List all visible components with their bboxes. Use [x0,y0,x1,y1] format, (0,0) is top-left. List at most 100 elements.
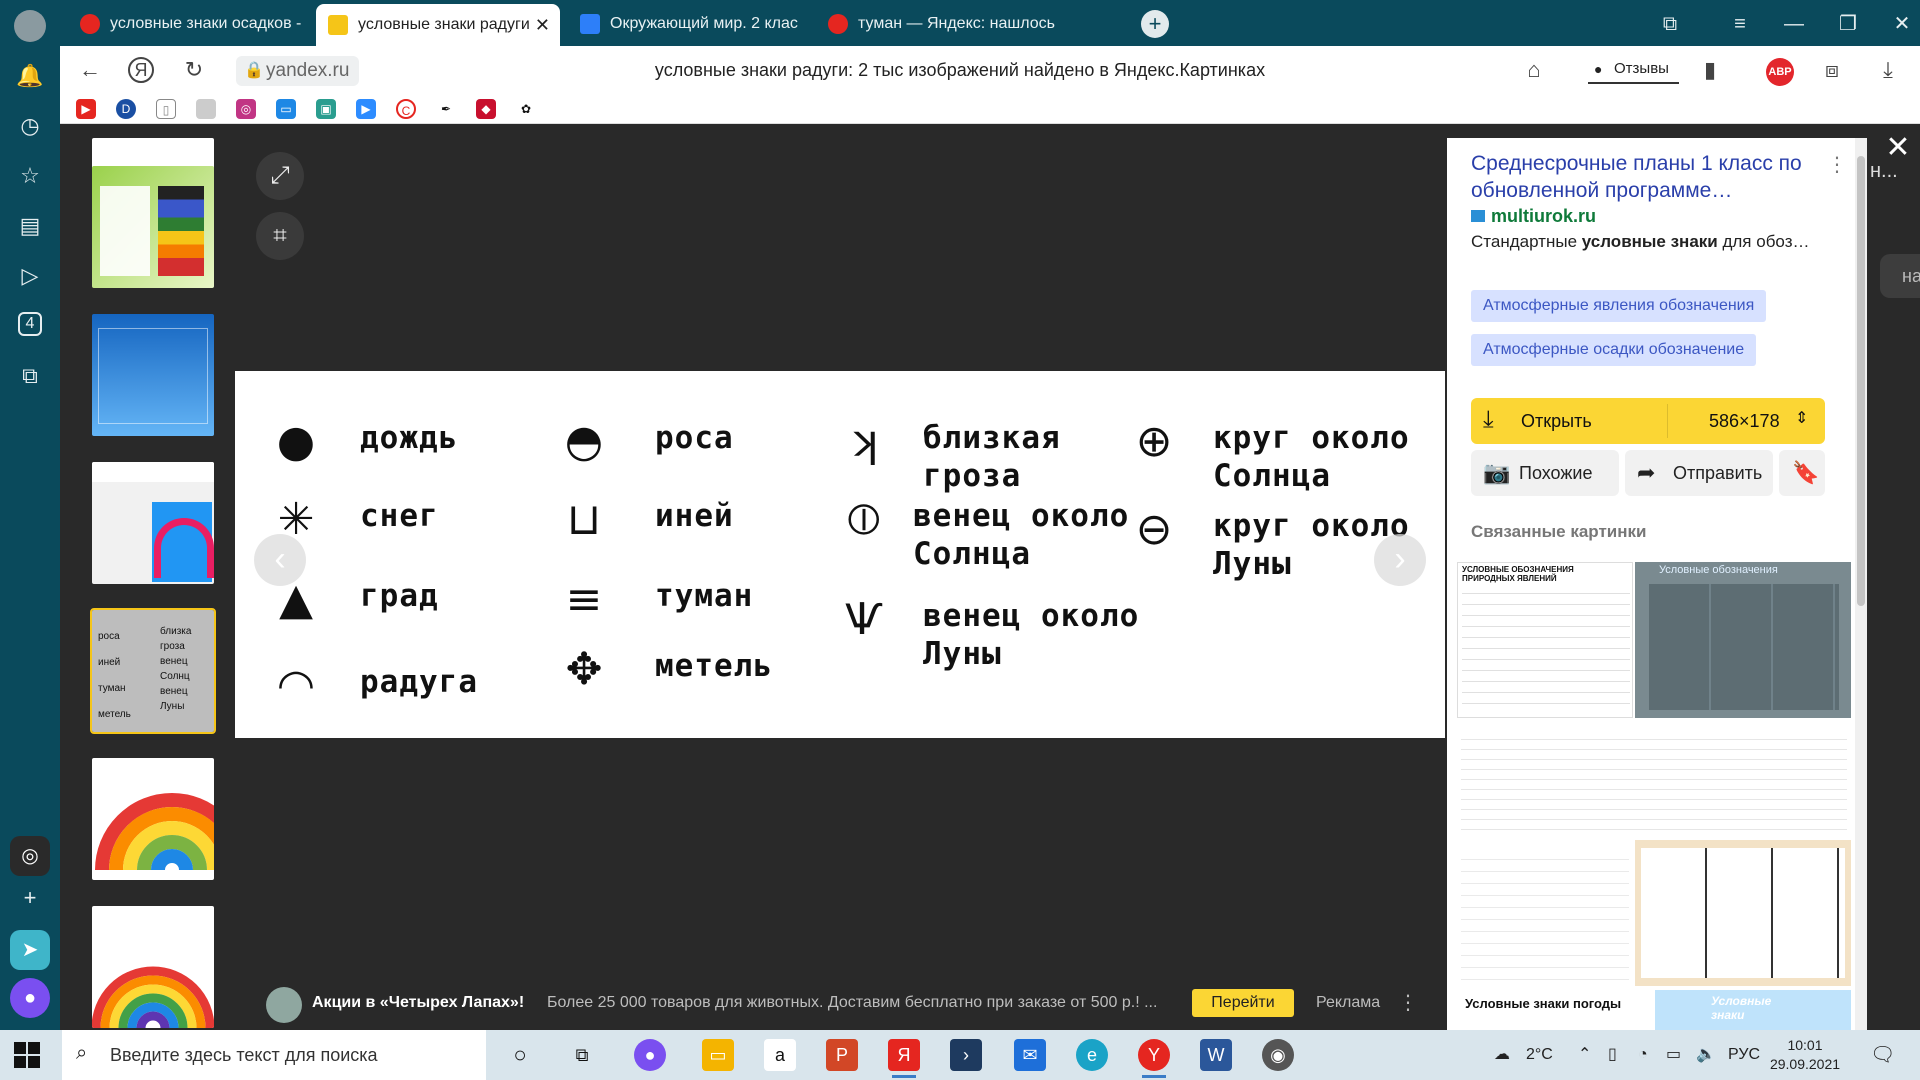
close-window-icon[interactable]: ✕ [1886,8,1918,40]
add-panel-icon[interactable]: + [16,884,44,912]
tab-count-icon[interactable]: 4 [18,312,42,336]
windows-start-icon[interactable] [14,1042,40,1068]
tab-4[interactable]: туман — Яндекс: нашлось [816,6,1056,42]
play-icon[interactable]: ▷ [16,262,44,290]
amazon-icon[interactable]: a [764,1039,796,1071]
volume-icon[interactable]: 🔈 [1696,1030,1716,1080]
ad-title[interactable]: Акции в «Четырех Лапах»! [312,994,524,1012]
feather-icon[interactable]: ✒ [436,99,456,119]
star-icon[interactable]: ☆ [16,162,44,190]
new-tab-button[interactable]: + [1141,10,1169,38]
zoom-icon[interactable]: ▶ [356,99,376,119]
thumbnail-3[interactable] [92,462,214,584]
extension-icon[interactable]: ⧈ [1816,54,1848,86]
cortana-icon[interactable]: ○ [504,1039,536,1071]
thumbnail-6[interactable] [92,906,214,1028]
screenshot-icon[interactable]: ⧉ [16,362,44,390]
yandex-home-icon[interactable]: Я [128,57,154,83]
contacts-icon[interactable]: ▣ [316,99,336,119]
related-image-6[interactable]: Условные знаки погоды [1457,990,1653,1030]
weather-icon[interactable]: ☁ [1494,1030,1510,1080]
network-icon[interactable]: ◔ [1638,1030,1648,1080]
related-image-4[interactable] [1457,840,1633,986]
source-site-link[interactable]: multiurok.ru [1471,206,1596,227]
powerpoint-icon[interactable]: P [826,1039,858,1071]
related-image-5[interactable] [1635,840,1851,986]
temperature[interactable]: 2°C [1526,1030,1553,1080]
thumbnail-1[interactable] [92,166,214,288]
back-icon[interactable]: ← [74,54,106,86]
task-view-icon[interactable]: ⧉ [566,1039,598,1071]
reload-icon[interactable]: ↻ [178,54,210,86]
bookmark-thumb-icon[interactable] [196,99,216,119]
animal-icon[interactable]: ✿ [516,99,536,119]
copyright-icon[interactable]: C [396,99,416,119]
file-explorer-icon[interactable]: ▭ [702,1039,734,1071]
scrollbar-thumb[interactable] [1857,156,1865,606]
download-icon[interactable]: ⤓ [1872,54,1904,86]
thumbnail-5[interactable] [92,758,214,880]
messenger-icon[interactable]: ➤ [10,930,50,970]
related-image-1[interactable]: УСЛОВНЫЕ ОБОЗНАЧЕНИЯ ПРИРОДНЫХ ЯВЛЕНИЙ [1457,562,1633,718]
ad-go-button[interactable]: Перейти [1192,989,1294,1017]
page-icon[interactable]: ▯ [156,99,176,119]
crop-icon[interactable]: ⌗ [256,212,304,260]
reviews-button[interactable]: ● Отзывы [1588,54,1679,84]
edge-icon[interactable]: e [1076,1039,1108,1071]
youtube-icon[interactable]: ▶ [76,99,96,119]
thumbnail-4-selected[interactable]: роса иней туман метель близка гроза вене… [90,608,216,734]
profile-avatar[interactable] [14,10,46,42]
yandex-browser-icon[interactable]: Y [1138,1039,1170,1078]
tabs-overview-icon[interactable]: ⧉ [1654,8,1686,40]
language-indicator[interactable]: РУС [1728,1030,1760,1080]
tab-2[interactable]: условные знаки радуги ✕ [316,4,560,46]
related-image-2[interactable]: Условные обозначения [1635,562,1851,718]
more-options-icon[interactable]: ⋮ [1827,152,1847,177]
ad-banner[interactable]: Акции в «Четырех Лапах»! Более 25 000 то… [264,984,1418,1024]
yandex-taskbar-icon[interactable]: Я [888,1039,920,1078]
bookmark-icon[interactable]: ▮ [1694,54,1726,86]
source-title-link[interactable]: Среднесрочные планы 1 класс по обновленн… [1471,150,1811,204]
size-selector[interactable]: 586×178 [1709,411,1780,432]
tab-1[interactable]: условные знаки осадков - [68,6,308,42]
panel-scrollbar[interactable] [1855,138,1867,1030]
close-tab-icon[interactable]: ✕ [535,4,550,46]
close-viewer-button[interactable]: ✕ [1884,133,1912,163]
minimize-icon[interactable]: — [1778,8,1810,40]
restore-icon[interactable]: ❐ [1832,8,1864,40]
tray-chevron-icon[interactable]: ⌃ [1578,1030,1591,1080]
alice-icon[interactable]: ● [10,978,50,1018]
tag-chip[interactable]: Атмосферные явления обозначения [1471,290,1767,322]
collections-icon[interactable]: ▤ [16,212,44,240]
menu-icon[interactable]: ≡ [1724,8,1756,40]
adblock-icon[interactable]: ABP [1766,58,1794,86]
notifications-icon[interactable]: 🗨 [1870,1030,1895,1080]
media-player-icon[interactable]: ◉ [1262,1039,1294,1071]
share-button[interactable]: ➦ Отправить [1625,450,1773,496]
ad-more-icon[interactable]: ⋮ [1398,990,1418,1015]
history-icon[interactable]: ◷ [16,112,44,140]
open-image-button[interactable]: ⤓ Открыть 586×178 ⇕ [1471,398,1825,444]
thumbnail-2[interactable] [92,314,214,436]
device-icon[interactable]: ▯ [1608,1030,1617,1080]
taskbar-search[interactable]: ⌕ Введите здесь текст для поиска [62,1030,486,1080]
tab-3[interactable]: Окружающий мир. 2 клас [568,6,808,42]
alice-app-icon[interactable]: ◎ [10,836,50,876]
word-icon[interactable]: W [1200,1039,1232,1071]
save-bookmark-button[interactable]: 🔖 [1779,450,1825,496]
related-image-3[interactable] [1457,722,1851,836]
fullscreen-icon[interactable]: ⤢ [256,152,304,200]
address-field[interactable]: 🔒 yandex.ru [236,56,360,86]
similar-button[interactable]: 📷 Похожие [1471,450,1619,496]
clock[interactable]: 10:01 29.09.2021 [1768,1036,1842,1074]
bell-icon[interactable]: 🔔 [16,62,44,90]
next-image-button[interactable]: › [1374,534,1426,586]
alice-taskbar-icon[interactable]: ● [634,1039,666,1071]
tag-chip[interactable]: Атмосферные осадки обозначение [1471,334,1757,366]
related-image-7[interactable]: Условные знаки [1655,990,1851,1030]
protect-icon[interactable]: ⌂ [1518,54,1550,86]
d-site-icon[interactable]: D [116,99,136,119]
chat-icon[interactable]: ▭ [276,99,296,119]
mail-icon[interactable]: ✉ [1014,1039,1046,1071]
powershell-icon[interactable]: › [950,1039,982,1071]
